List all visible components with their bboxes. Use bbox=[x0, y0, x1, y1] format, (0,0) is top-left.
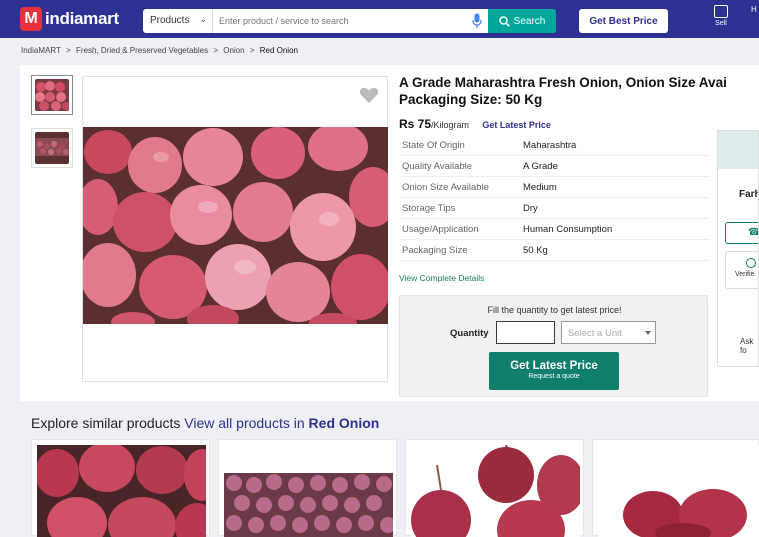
get-latest-price-button[interactable]: Get Latest Price Request a quote bbox=[489, 352, 619, 390]
seller-card: Farh ☎ Verifie Ask fo bbox=[717, 130, 759, 367]
spec-value: Medium bbox=[523, 181, 557, 193]
breadcrumb-red-onion: Red Onion bbox=[259, 46, 298, 55]
spec-value: A Grade bbox=[523, 160, 558, 172]
indiamart-logo[interactable]: M indiamart bbox=[20, 7, 119, 31]
unit-select[interactable]: Select a Unit bbox=[561, 321, 656, 344]
verified-icon bbox=[746, 258, 756, 268]
chevron-down-icon: ⌄ bbox=[199, 14, 207, 24]
spec-row: State Of Origin Maharashtra bbox=[399, 135, 709, 156]
quantity-input[interactable] bbox=[496, 321, 555, 344]
breadcrumb-vegetables[interactable]: Fresh, Dried & Preserved Vegetables bbox=[76, 46, 208, 55]
explore-prefix: Explore similar products bbox=[31, 415, 181, 431]
thumbnail-1[interactable] bbox=[31, 75, 73, 115]
view-complete-details-link[interactable]: View Complete Details bbox=[399, 273, 484, 283]
spec-value: Maharashtra bbox=[523, 139, 577, 151]
spec-value: Dry bbox=[523, 202, 538, 214]
spec-key: Onion Size Available bbox=[402, 181, 489, 193]
get-latest-price-link[interactable]: Get Latest Price bbox=[482, 120, 551, 130]
search-button[interactable]: Search bbox=[488, 9, 556, 33]
top-navigation-bar: M indiamart Products ⌄ Search Get Best P… bbox=[0, 0, 759, 38]
shop-icon bbox=[714, 5, 728, 18]
view-all-link[interactable]: View all products in bbox=[184, 415, 304, 431]
search-button-label: Search bbox=[513, 15, 546, 27]
dropdown-arrow-icon bbox=[645, 331, 651, 335]
spec-value: Human Consumption bbox=[523, 223, 613, 235]
spec-key: Storage Tips bbox=[402, 202, 456, 214]
unit-select-placeholder: Select a Unit bbox=[568, 328, 622, 339]
search-icon bbox=[498, 15, 510, 27]
spec-row: Onion Size Available Medium bbox=[399, 177, 709, 198]
get-best-price-button[interactable]: Get Best Price bbox=[579, 9, 668, 33]
microphone-icon[interactable] bbox=[466, 9, 488, 33]
similar-product-card-3[interactable] bbox=[405, 439, 584, 537]
price-unit: /Kilogram bbox=[431, 120, 470, 130]
sell-button[interactable]: Sell bbox=[708, 5, 734, 27]
quote-form: Fill the quantity to get latest price! Q… bbox=[399, 295, 708, 397]
help-menu-partial[interactable]: H bbox=[751, 5, 757, 14]
spec-value: 50 Kg bbox=[523, 244, 548, 256]
search-category-dropdown[interactable]: Products ⌄ bbox=[143, 9, 213, 33]
price-value: Rs 75 bbox=[399, 117, 432, 131]
search-bar: Products ⌄ Search bbox=[143, 9, 556, 33]
product-specifications: State Of Origin Maharashtra Quality Avail… bbox=[399, 135, 709, 261]
spec-key: State Of Origin bbox=[402, 139, 465, 151]
breadcrumb-separator: > bbox=[213, 46, 218, 55]
similar-product-image bbox=[411, 445, 580, 537]
spec-row: Packaging Size 50 Kg bbox=[399, 240, 709, 261]
heart-icon[interactable] bbox=[359, 86, 379, 104]
spec-row: Storage Tips Dry bbox=[399, 198, 709, 219]
breadcrumb-separator: > bbox=[249, 46, 255, 55]
thumbnail-2[interactable] bbox=[31, 128, 73, 168]
breadcrumb-indiamart[interactable]: IndiaMART bbox=[21, 46, 61, 55]
call-seller-button[interactable]: ☎ bbox=[725, 222, 758, 244]
logo-letter: M bbox=[20, 7, 42, 31]
breadcrumb-onion[interactable]: Onion bbox=[223, 46, 244, 55]
similar-product-image bbox=[37, 445, 206, 537]
spec-key: Packaging Size bbox=[402, 244, 468, 256]
product-title-line1: A Grade Maharashtra Fresh Onion, Onion S… bbox=[399, 75, 727, 90]
search-category-label: Products bbox=[150, 15, 190, 26]
seller-banner bbox=[718, 131, 758, 169]
spec-key: Usage/Application bbox=[402, 223, 479, 235]
sell-label: Sell bbox=[715, 20, 727, 27]
explore-similar-heading: Explore similar products View all produc… bbox=[31, 415, 379, 431]
product-title-line2: Packaging Size: 50 Kg bbox=[399, 92, 543, 107]
quantity-label: Quantity bbox=[450, 328, 489, 339]
onion-thumbnail-image bbox=[35, 132, 69, 164]
similar-product-card-4[interactable] bbox=[592, 439, 759, 537]
ask-seller-text: Ask fo bbox=[740, 337, 754, 355]
red-onions-photo bbox=[83, 127, 388, 324]
onion-thumbnail-image bbox=[35, 79, 69, 111]
spec-key: Quality Available bbox=[402, 160, 473, 172]
product-main-image[interactable] bbox=[83, 127, 388, 324]
search-input[interactable] bbox=[213, 9, 466, 33]
breadcrumb: IndiaMART > Fresh, Dried & Preserved Veg… bbox=[21, 46, 301, 55]
similar-product-image bbox=[598, 445, 759, 537]
product-title: A Grade Maharashtra Fresh Onion, Onion S… bbox=[399, 74, 759, 108]
spec-row: Quality Available A Grade bbox=[399, 156, 709, 177]
get-latest-price-button-label: Get Latest Price bbox=[510, 360, 598, 372]
phone-icon: ☎ bbox=[748, 227, 758, 239]
similar-product-card-2[interactable] bbox=[218, 439, 397, 537]
breadcrumb-separator: > bbox=[66, 46, 71, 55]
spec-row: Usage/Application Human Consumption bbox=[399, 219, 709, 240]
quote-prompt: Fill the quantity to get latest price! bbox=[487, 305, 622, 315]
similar-product-card-1[interactable] bbox=[31, 439, 210, 537]
product-price: Rs 75/Kilogram Get Latest Price bbox=[399, 117, 551, 131]
request-quote-sublabel: Request a quote bbox=[528, 373, 580, 380]
seller-name[interactable]: Farh bbox=[739, 189, 758, 200]
verified-label: Verifie bbox=[735, 271, 755, 278]
logo-text: indiamart bbox=[45, 9, 119, 28]
verified-badge: Verifie bbox=[725, 251, 758, 289]
category-link[interactable]: Red Onion bbox=[309, 415, 380, 431]
similar-product-image bbox=[224, 473, 393, 537]
